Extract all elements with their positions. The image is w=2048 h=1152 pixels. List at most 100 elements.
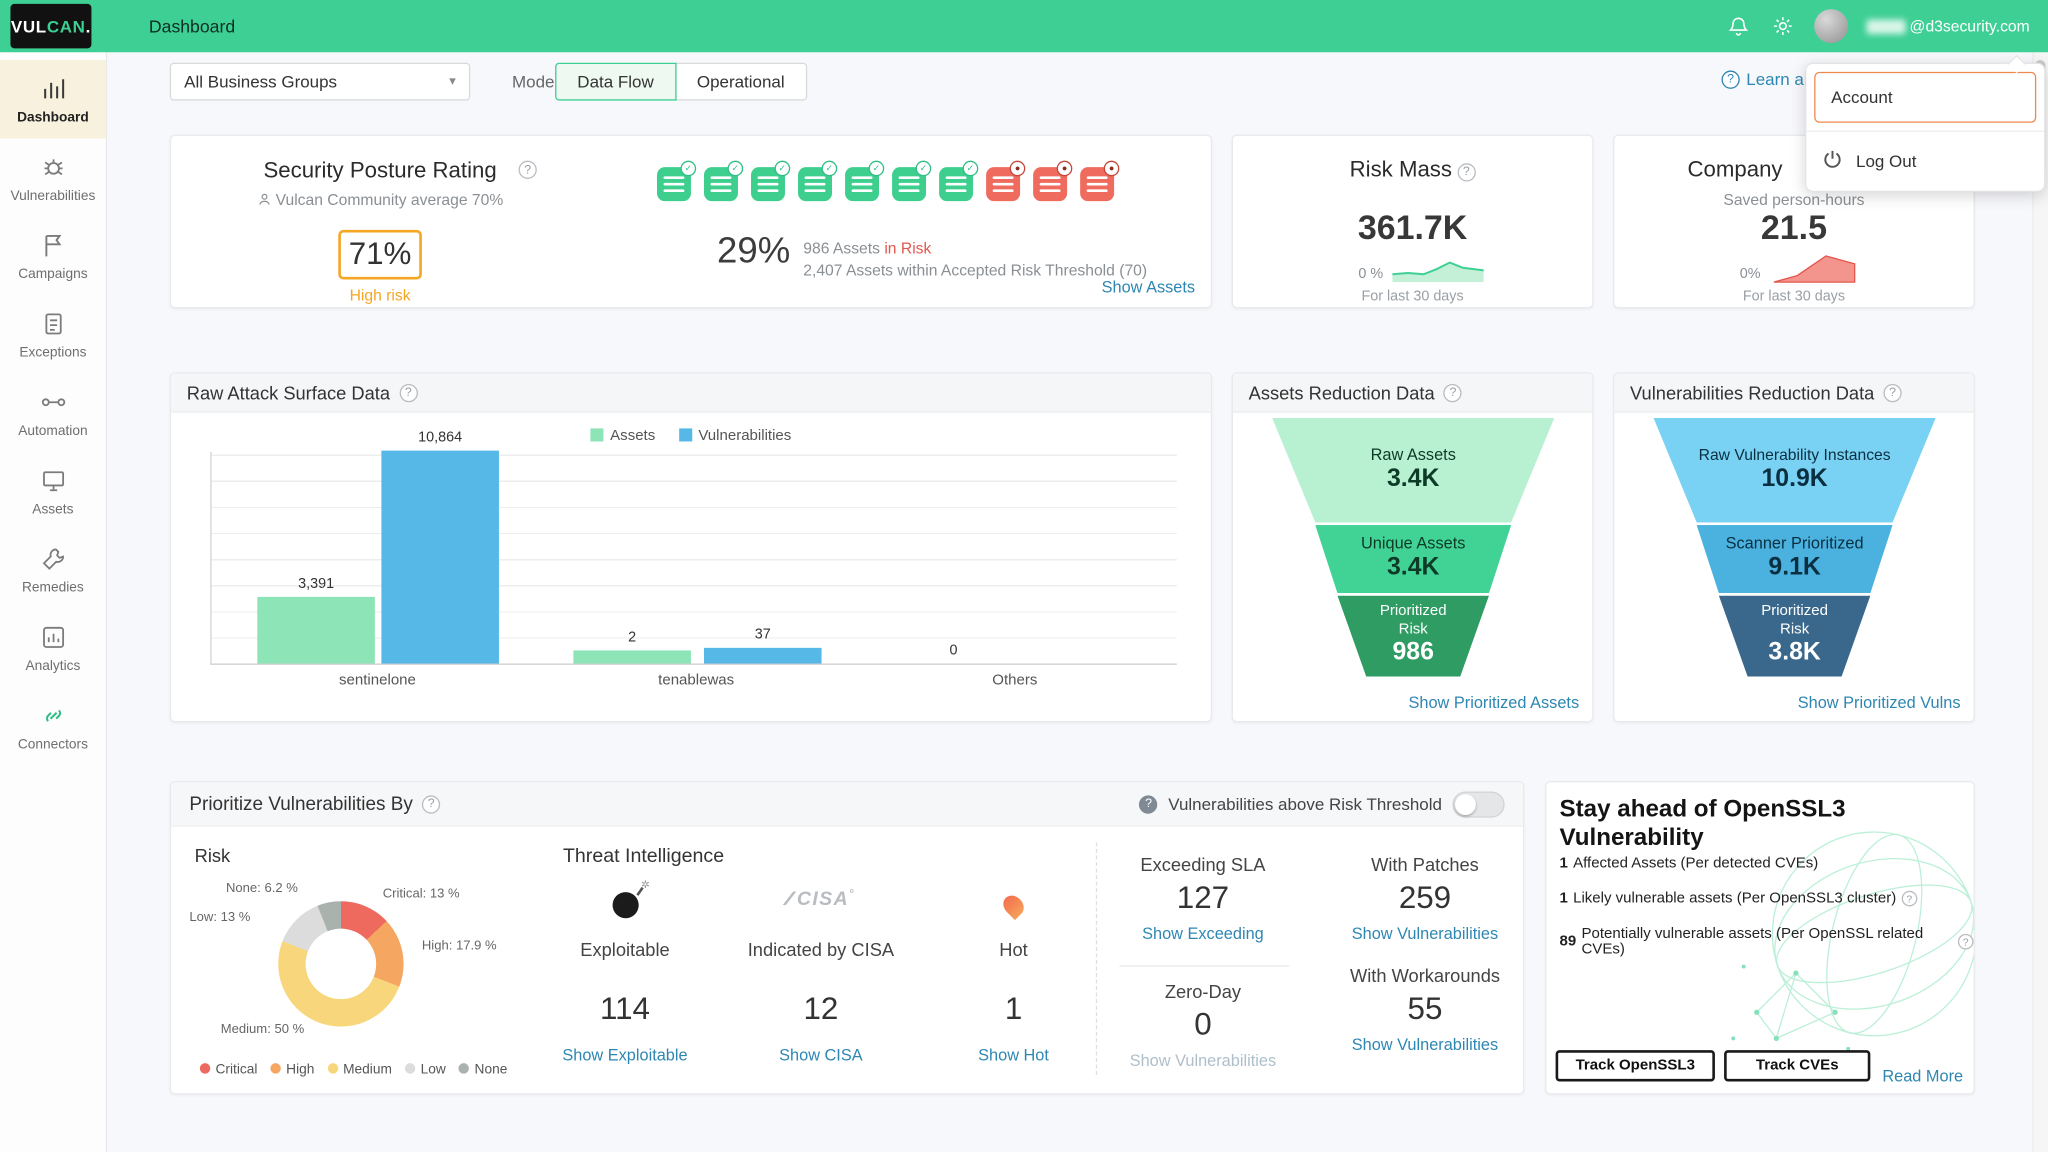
show-hot-link[interactable]: Show Hot bbox=[978, 1046, 1049, 1064]
vulcan-logo[interactable]: VULCAN. bbox=[10, 4, 91, 48]
scrollbar-track[interactable] bbox=[2032, 52, 2048, 1152]
help-icon[interactable]: ? bbox=[1457, 163, 1475, 181]
logo-text: CAN bbox=[47, 16, 86, 36]
with-patches-block: With Patches 259 Show Vulnerabilities bbox=[1327, 854, 1523, 943]
help-icon[interactable]: ? bbox=[1901, 891, 1917, 907]
card-title: Company bbox=[1688, 157, 1783, 183]
show-vulnerabilities-link[interactable]: Show Vulnerabilities bbox=[1114, 1051, 1292, 1069]
legend-high: High bbox=[270, 1062, 314, 1078]
show-cisa-link[interactable]: Show CISA bbox=[779, 1046, 862, 1064]
connector-ok-icon[interactable]: ✓ bbox=[798, 167, 832, 201]
read-more-link[interactable]: Read More bbox=[1882, 1067, 1963, 1085]
legend-vulnerabilities: Vulnerabilities bbox=[679, 428, 792, 444]
sidebar-item-dashboard[interactable]: Dashboard bbox=[0, 60, 106, 138]
risk-donut[interactable] bbox=[278, 901, 403, 1026]
connector-ok-icon[interactable]: ✓ bbox=[657, 167, 691, 201]
sidebar-item-analytics[interactable]: Analytics bbox=[0, 609, 106, 687]
funnel-stage-raw-vuln-instances[interactable]: Raw Vulnerability Instances 10.9K bbox=[1654, 418, 1936, 522]
sidebar-item-vulnerabilities[interactable]: Vulnerabilities bbox=[0, 138, 106, 216]
card-header: Prioritize Vulnerabilities By ? ? Vulner… bbox=[171, 782, 1523, 826]
show-prioritized-vulns-link[interactable]: Show Prioritized Vulns bbox=[1798, 694, 1961, 712]
flame-icon bbox=[999, 891, 1028, 920]
connector-ok-icon[interactable]: ✓ bbox=[892, 167, 926, 201]
cisa-logo: CISA bbox=[787, 887, 855, 911]
connector-ok-icon[interactable]: ✓ bbox=[845, 167, 879, 201]
connector-error-icon[interactable]: ● bbox=[1033, 167, 1067, 201]
sidebar-item-campaigns[interactable]: Campaigns bbox=[0, 217, 106, 295]
security-posture-card: Security Posture Rating ? Vulcan Communi… bbox=[170, 135, 1212, 309]
gear-icon[interactable] bbox=[1770, 13, 1796, 39]
bell-icon[interactable] bbox=[1725, 13, 1751, 39]
help-icon[interactable]: ? bbox=[1444, 383, 1462, 401]
risk-threshold-toggle[interactable] bbox=[1452, 791, 1504, 817]
help-icon[interactable]: ? bbox=[519, 161, 537, 179]
bug-badge-icon: ● bbox=[1057, 161, 1073, 177]
connector-ok-icon[interactable]: ✓ bbox=[939, 167, 973, 201]
show-prioritized-assets-link[interactable]: Show Prioritized Assets bbox=[1409, 694, 1580, 712]
document-icon bbox=[39, 309, 68, 338]
power-icon bbox=[1822, 149, 1843, 174]
mode-operational-button[interactable]: Operational bbox=[675, 63, 807, 101]
sidebar-item-remedies[interactable]: Remedies bbox=[0, 530, 106, 608]
avatar[interactable] bbox=[1814, 9, 1848, 43]
bar-vulns-tenablewas[interactable]: 37 bbox=[704, 648, 822, 664]
period-label: For last 30 days bbox=[1614, 289, 1973, 305]
funnel-stage-scanner-prioritized[interactable]: Scanner Prioritized 9.1K bbox=[1697, 525, 1893, 593]
bar-vulns-sentinelone[interactable]: 10,864 bbox=[381, 451, 499, 664]
funnel-stage-prioritized-risk[interactable]: Prioritized Risk 3.8K bbox=[1719, 596, 1871, 677]
show-exceeding-link[interactable]: Show Exceeding bbox=[1114, 925, 1292, 943]
help-icon[interactable]: ? bbox=[1958, 934, 1974, 950]
connector-ok-icon[interactable]: ✓ bbox=[704, 167, 738, 201]
exceeding-sla-block: Exceeding SLA 127 Show Exceeding bbox=[1114, 854, 1292, 943]
assets-in-risk-line: 986 Assets in Risk bbox=[803, 239, 931, 257]
analytics-icon bbox=[39, 622, 68, 651]
track-cves-button[interactable]: Track CVEs bbox=[1724, 1050, 1870, 1081]
bar-assets-sentinelone[interactable]: 3,391 bbox=[257, 597, 375, 664]
show-exploitable-link[interactable]: Show Exploitable bbox=[562, 1046, 687, 1064]
donut-callout-high: High: 17.9 % bbox=[422, 939, 497, 953]
mode-label: Mode bbox=[512, 72, 554, 92]
show-vulnerabilities-link[interactable]: Show Vulnerabilities bbox=[1327, 1036, 1523, 1054]
business-group-select[interactable]: All Business Groups ▾ bbox=[170, 63, 470, 101]
show-vulnerabilities-link[interactable]: Show Vulnerabilities bbox=[1327, 925, 1523, 943]
check-badge-icon: ✓ bbox=[680, 161, 696, 177]
connector-ok-icon[interactable]: ✓ bbox=[751, 167, 785, 201]
change-pct: 0 % bbox=[1358, 266, 1383, 282]
risk-section-label: Risk bbox=[195, 845, 231, 866]
check-badge-icon: ✓ bbox=[775, 161, 791, 177]
sidebar-item-connectors[interactable]: Connectors bbox=[0, 687, 106, 765]
help-icon[interactable]: ? bbox=[422, 795, 440, 813]
legend-low: Low bbox=[405, 1062, 446, 1078]
sidebar-item-assets[interactable]: Assets bbox=[0, 452, 106, 530]
donut-legend: Critical High Medium Low None bbox=[200, 1062, 508, 1078]
help-icon[interactable]: ? bbox=[1883, 383, 1901, 401]
funnel-stage-prioritized-risk[interactable]: Prioritized Risk 986 bbox=[1337, 596, 1489, 677]
question-circle-icon[interactable]: ? bbox=[1140, 795, 1158, 813]
sidebar-item-automation[interactable]: Automation bbox=[0, 374, 106, 452]
mode-data-flow-button[interactable]: Data Flow bbox=[555, 63, 676, 101]
logo-text: . bbox=[86, 16, 91, 36]
help-icon[interactable]: ? bbox=[399, 383, 417, 401]
track-openssl3-button[interactable]: Track OpenSSL3 bbox=[1556, 1050, 1715, 1081]
page-title: Dashboard bbox=[149, 16, 235, 36]
check-badge-icon: ✓ bbox=[728, 161, 744, 177]
raw-attack-surface-card: Raw Attack Surface Data ? Assets Vulnera… bbox=[170, 372, 1212, 722]
funnel-stage-raw-assets[interactable]: Raw Assets 3.4K bbox=[1272, 418, 1554, 522]
connector-error-icon[interactable]: ● bbox=[1080, 167, 1114, 201]
user-email[interactable]: @d3security.com bbox=[1866, 17, 2029, 35]
risk-mass-value: 361.7K bbox=[1233, 208, 1592, 248]
show-assets-link[interactable]: Show Assets bbox=[1102, 278, 1195, 296]
check-badge-icon: ✓ bbox=[963, 161, 979, 177]
vertical-divider bbox=[1096, 842, 1097, 1074]
card-title: Prioritize Vulnerabilities By bbox=[189, 793, 413, 814]
sidebar-item-exceptions[interactable]: Exceptions bbox=[0, 295, 106, 373]
menu-item-account[interactable]: Account bbox=[1814, 72, 2036, 123]
learn-link[interactable]: ? Learn al bbox=[1721, 69, 1807, 89]
x-axis-label: Others bbox=[923, 673, 1106, 689]
bar-assets-tenablewas[interactable]: 2 bbox=[573, 650, 691, 663]
connector-error-icon[interactable]: ● bbox=[986, 167, 1020, 201]
menu-item-logout[interactable]: Log Out bbox=[1806, 131, 2044, 191]
zero-day-block: Zero-Day 0 Show Vulnerabilities bbox=[1114, 981, 1292, 1070]
sparkline-chart bbox=[1392, 251, 1483, 282]
funnel-stage-unique-assets[interactable]: Unique Assets 3.4K bbox=[1315, 525, 1511, 593]
